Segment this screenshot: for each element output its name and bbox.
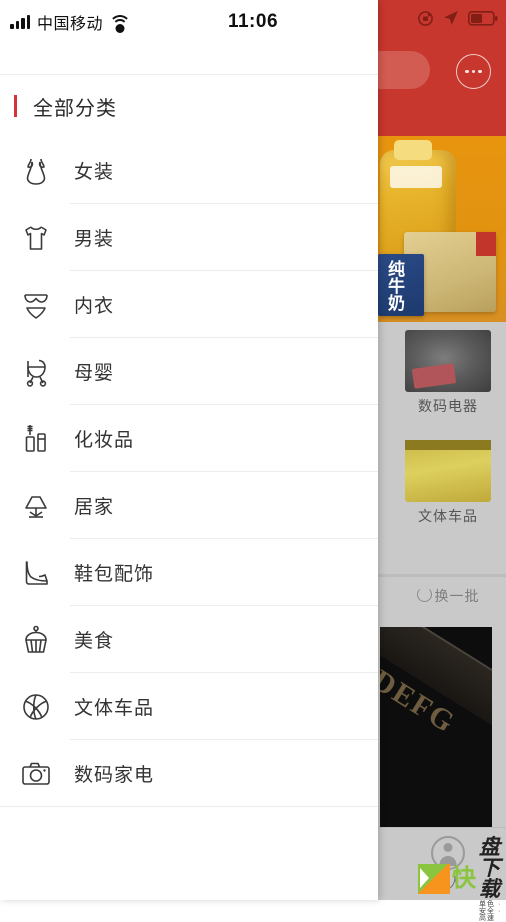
category-list: 女装 男装 内衣 母婴 化妆品 居家 鞋包配饰 美食 文体车品 数码家电: [0, 137, 378, 807]
category-item-shoes-bags[interactable]: 鞋包配饰: [0, 539, 378, 606]
clock-label: 11:06: [227, 11, 279, 32]
category-item-sports-auto[interactable]: 文体车品: [0, 673, 378, 740]
category-label: 母婴: [74, 363, 115, 384]
lamp-icon: [18, 488, 54, 524]
refresh-label: 换一批: [434, 588, 480, 604]
category-item-digital-appliance[interactable]: 数码家电: [0, 740, 378, 807]
battery-icon: [468, 10, 498, 26]
carrier-label: 中国移动: [37, 16, 104, 33]
category-label: 鞋包配饰: [74, 564, 155, 585]
dot: [465, 69, 469, 74]
cosmetics-icon: [18, 421, 54, 457]
category-label: 数码家电: [74, 765, 155, 786]
dress-icon: [18, 153, 54, 189]
pouch-thumb: [405, 440, 491, 502]
category-label: 文体车品: [74, 698, 155, 719]
category-item-mother-baby[interactable]: 母婴: [0, 338, 378, 405]
camera-thumb: [405, 330, 491, 392]
dot: [478, 69, 482, 74]
location-arrow-icon: [443, 10, 459, 26]
background-category-item[interactable]: 数码电器: [400, 330, 496, 416]
oil-label-shape: [390, 166, 442, 188]
category-item-cosmetics[interactable]: 化妆品: [0, 405, 378, 472]
watermark-right-block: 盘下载 单色 · 安全 · 高速: [479, 837, 506, 922]
cupcake-icon: [18, 622, 54, 658]
high-heel-icon: [18, 555, 54, 591]
background-category-item[interactable]: 文体车品: [400, 440, 496, 526]
category-label: 居家: [74, 497, 115, 518]
category-label: 女装: [74, 162, 115, 183]
message-dots-icon[interactable]: [456, 54, 491, 89]
dot: [471, 69, 476, 74]
category-item-womens-clothing[interactable]: 女装: [0, 137, 378, 204]
category-item-home[interactable]: 居家: [0, 472, 378, 539]
page-title: 全部分类: [33, 97, 117, 120]
rotation-lock-icon: [417, 10, 434, 27]
wifi-icon: [108, 15, 131, 33]
category-label: 男装: [74, 229, 115, 250]
refresh-batch-button[interactable]: 换一批: [400, 586, 496, 606]
category-item-food[interactable]: 美食: [0, 606, 378, 673]
tshirt-icon: [18, 220, 54, 256]
category-label: 内衣: [74, 296, 115, 317]
category-label: 化妆品: [74, 430, 135, 451]
watermark: 快 盘下载 单色 · 安全 · 高速: [418, 837, 506, 922]
drawer-top-spacer: [0, 44, 378, 75]
drawer-header: 全部分类: [0, 75, 378, 137]
category-item-mens-clothing[interactable]: 男装: [0, 204, 378, 271]
watermark-secondary-text: 盘下载: [479, 835, 500, 901]
product-card[interactable]: DEFG: [380, 627, 492, 831]
status-bar: 中国移动 11:06: [0, 0, 378, 44]
box-corner-accent: [476, 232, 496, 256]
background-category-label: 数码电器: [418, 398, 478, 414]
title-accent-bar: [14, 95, 17, 117]
milk-box-text: 纯牛奶: [385, 260, 404, 311]
basketball-icon: [18, 689, 54, 725]
refresh-icon: [416, 587, 432, 602]
section-divider: [378, 574, 506, 577]
category-drawer: 中国移动 11:06 全部分类 女装 男装 内衣 母婴 化妆品 居家 鞋包配饰 …: [0, 0, 378, 900]
oil-cap-shape: [394, 140, 432, 160]
signal-bars-icon: [10, 15, 30, 29]
status-bar-left: 中国移动: [10, 10, 131, 34]
watermark-tagline: 单色 · 安全 · 高速: [479, 900, 502, 922]
watermark-primary-text: 快: [452, 865, 476, 892]
category-item-lingerie[interactable]: 内衣: [0, 271, 378, 338]
stroller-icon: [18, 354, 54, 390]
lingerie-icon: [18, 287, 54, 323]
background-category-label: 文体车品: [418, 508, 478, 524]
camera-icon: [18, 756, 54, 792]
category-label: 美食: [74, 631, 115, 652]
list-separator: [0, 806, 378, 807]
watermark-logo-icon: [418, 864, 450, 894]
